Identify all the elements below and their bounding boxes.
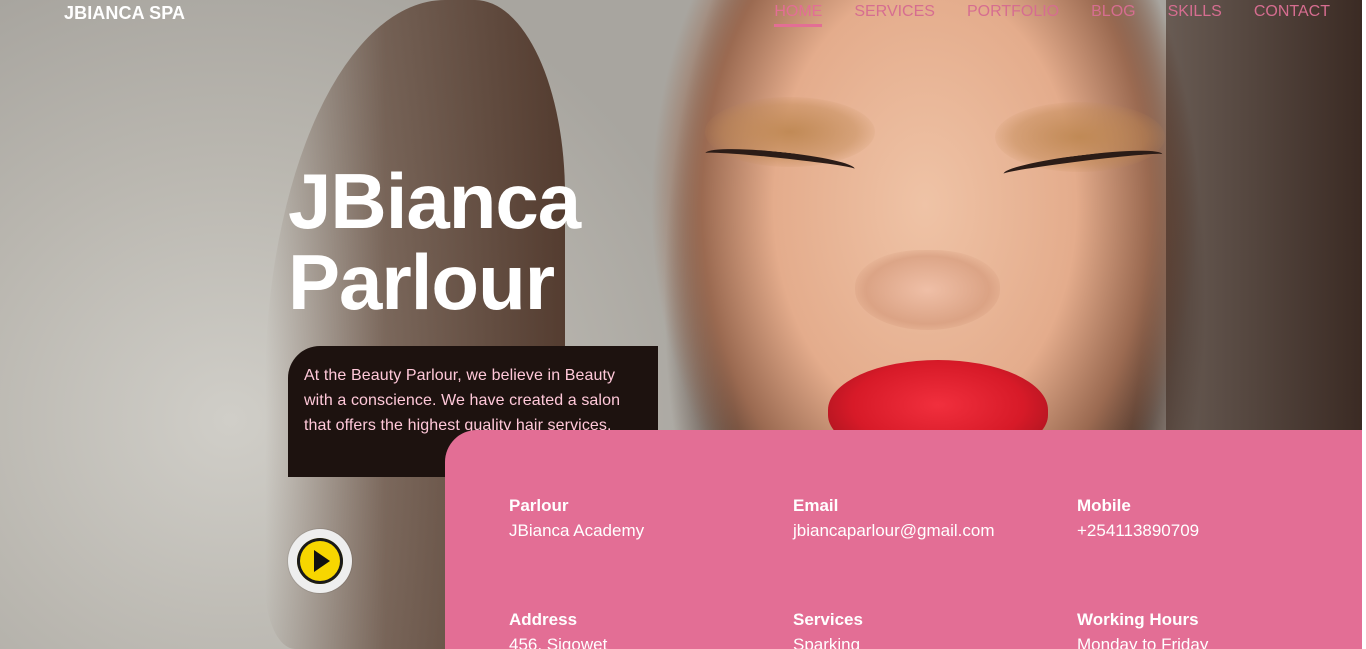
- info-services: Services Sparking: [793, 609, 1043, 649]
- top-navigation: JBIANCA SPA HOME SERVICES PORTFOLIO BLOG…: [0, 0, 1366, 34]
- info-label: Email: [793, 496, 839, 515]
- hero-title-line-1: JBianca: [288, 157, 581, 245]
- page-scrollbar-edge[interactable]: [1362, 0, 1366, 649]
- info-value: 456, Sigowet: [509, 635, 608, 649]
- brand-logo[interactable]: JBIANCA SPA: [64, 3, 185, 24]
- info-parlour: Parlour JBianca Academy: [509, 495, 759, 544]
- play-icon: [314, 550, 330, 572]
- info-working-hours: Working Hours Monday to Friday: [1077, 609, 1327, 649]
- info-card: Parlour JBianca Academy Email jbiancapar…: [445, 430, 1362, 649]
- info-mobile: Mobile +254113890709: [1077, 495, 1327, 544]
- hero-title-line-2: Parlour: [288, 238, 555, 326]
- play-video-button[interactable]: [288, 529, 352, 593]
- info-label: Services: [793, 610, 863, 629]
- main-menu: HOME SERVICES PORTFOLIO BLOG SKILLS CONT…: [774, 0, 1330, 27]
- info-label: Parlour: [509, 496, 569, 515]
- nav-contact[interactable]: CONTACT: [1254, 0, 1330, 27]
- info-label: Address: [509, 610, 578, 629]
- nav-home[interactable]: HOME: [774, 0, 823, 27]
- info-email: Email jbiancaparlour@gmail.com: [793, 495, 1043, 544]
- info-label: Working Hours: [1077, 610, 1199, 629]
- nav-services[interactable]: SERVICES: [854, 0, 935, 27]
- nav-blog[interactable]: BLOG: [1091, 0, 1135, 27]
- info-address: Address 456, Sigowet: [509, 609, 759, 649]
- info-value: Sparking: [793, 635, 861, 649]
- info-value: JBianca Academy: [509, 521, 645, 540]
- hero-title: JBianca Parlour: [288, 161, 638, 323]
- info-label: Mobile: [1077, 496, 1131, 515]
- hero-nose: [855, 250, 1000, 330]
- nav-skills[interactable]: SKILLS: [1168, 0, 1222, 27]
- info-value[interactable]: +254113890709: [1077, 517, 1327, 544]
- nav-portfolio[interactable]: PORTFOLIO: [967, 0, 1059, 27]
- play-icon-circle: [297, 538, 343, 584]
- info-value[interactable]: jbiancaparlour@gmail.com: [793, 517, 1043, 544]
- info-value: Monday to Friday: [1077, 635, 1209, 649]
